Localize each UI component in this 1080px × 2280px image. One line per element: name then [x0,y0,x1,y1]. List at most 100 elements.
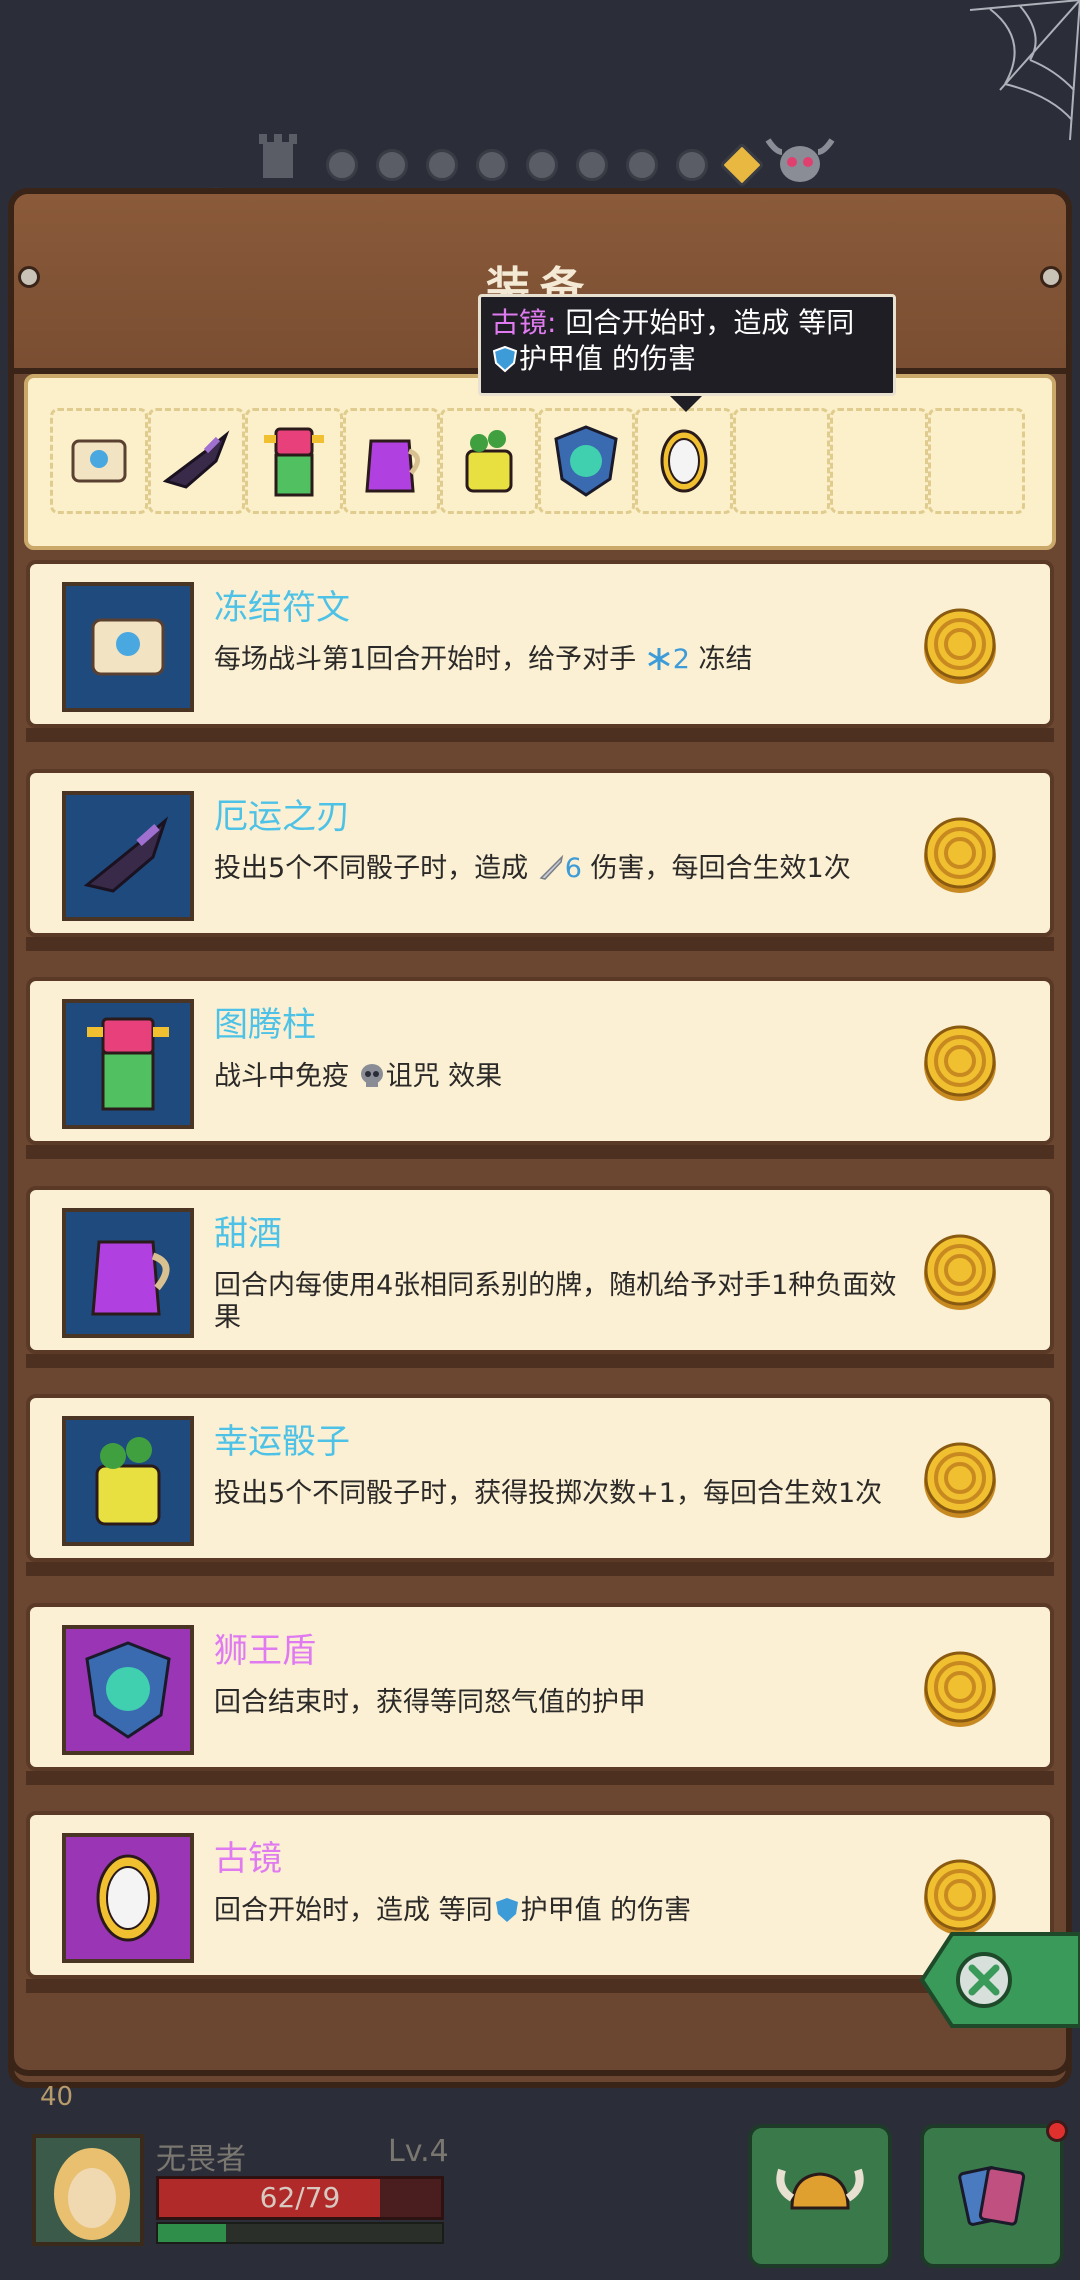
sword-icon [539,854,563,880]
item-thumbnail [62,582,194,712]
skull-icon [360,1064,383,1087]
item-desc-pre: 回合开始时，造成 等同 [214,1895,493,1926]
item-thumbnail [62,1208,194,1338]
lion-shield-icon [554,425,618,497]
mirror-icon [96,1854,160,1942]
coin-icon[interactable] [920,1857,1000,1937]
item-name: 幸运骰子 [214,1422,350,1462]
hp-text: 62/79 [259,2181,341,2214]
item-card[interactable]: 幸运骰子 投出5个不同骰子时，获得投掷次数+1，每回合生效1次 [26,1394,1054,1562]
card-divider [26,1979,1054,1993]
item-description: 投出5个不同骰子时，获得投掷次数+1，每回合生效1次 [214,1478,914,1510]
player-level: Lv.4 [388,2134,449,2169]
item-thumbnail [62,791,194,921]
coin-icon[interactable] [920,1649,1000,1729]
item-name: 冻结符文 [214,588,350,628]
item-name: 狮王盾 [214,1631,316,1671]
item-tooltip: 古镜: 回合开始时，造成 等同 护甲值 的伤害 [478,294,896,396]
scroll-icon [71,439,127,483]
item-card[interactable]: 冻结符文 每场战斗第1回合开始时，给予对手 2 冻结 [26,560,1054,728]
spiderweb-icon [969,0,1080,141]
item-desc-pre: 投出5个不同骰子时，造成 [214,853,537,884]
pitcher-icon [365,439,421,493]
slot-empty[interactable] [732,408,830,514]
slot-empty[interactable] [830,408,928,514]
item-name: 甜酒 [214,1214,282,1254]
slot-mirror[interactable] [635,408,733,514]
notification-badge [1046,2120,1068,2142]
item-desc-pre: 每场战斗第1回合开始时，给予对手 [214,644,645,675]
avatar[interactable] [32,2134,144,2246]
totem-icon [263,427,324,497]
item-description: 回合开始时，造成 等同 护甲值 的伤害 [214,1895,914,1927]
item-thumbnail [62,1833,194,1963]
item-desc-value: 护甲值 [520,1895,602,1926]
coin-count: 40 [40,2082,74,2112]
stage-dot [376,149,408,181]
tower-icon [259,134,297,178]
stage-dot [676,149,708,181]
equipped-slots [50,408,1025,514]
item-desc-pre: 战斗中免疫 [214,1061,358,1092]
item-description: 战斗中免疫 诅咒 效果 [214,1061,914,1093]
item-desc-pre: 回合内每使用4张相同系别的牌，随机给予对手1种负面效果 [214,1270,897,1333]
shield-icon [492,345,518,373]
item-desc-pre: 回合结束时，获得等同怒气值的护甲 [214,1687,646,1718]
item-card[interactable]: 图腾柱 战斗中免疫 诅咒 效果 [26,977,1054,1145]
card-divider [26,1145,1054,1159]
card-deck-button[interactable] [920,2124,1064,2268]
close-button[interactable] [902,1930,1080,2030]
slot-empty[interactable] [927,408,1025,514]
viking-helmet-icon [776,2168,864,2210]
item-desc-value: 2 [672,644,690,675]
totem-icon [87,1017,169,1111]
coin-icon[interactable] [920,1232,1000,1312]
item-card[interactable]: 古镜 回合开始时，造成 等同 护甲值 的伤害 [26,1811,1054,1979]
card-divider [26,937,1054,951]
item-desc-value: 诅咒 [385,1061,440,1092]
stage-dot [626,149,658,181]
slot-dagger[interactable] [147,408,245,514]
coin-icon[interactable] [920,1440,1000,1520]
item-desc-post: 的伤害 [601,1895,692,1926]
item-description: 每场战斗第1回合开始时，给予对手 2 冻结 [214,644,914,676]
item-thumbnail [62,1416,194,1546]
dagger-icon [162,430,230,489]
slot-clover-dice[interactable] [440,408,538,514]
slot-pitcher[interactable] [342,408,440,514]
tooltip-line2: 护甲值 的伤害 [519,342,696,375]
item-desc-post: 效果 [439,1061,503,1092]
hero-helmet-button[interactable] [748,2124,892,2268]
dagger-icon [83,816,169,893]
coin-icon[interactable] [920,1023,1000,1103]
item-desc-post: 冻结 [689,644,753,675]
mirror-icon [660,429,708,493]
tooltip-line1: 回合开始时，造成 等同 [565,306,855,339]
card-divider [26,1562,1054,1576]
item-name: 厄运之刃 [214,797,350,837]
tooltip-item-name: 古镜: [491,306,557,339]
slot-scroll[interactable] [50,408,148,514]
item-desc-post: 伤害，每回合生效1次 [581,853,851,884]
card-divider [26,1354,1054,1368]
stage-dot [526,149,558,181]
item-card[interactable]: 厄运之刃 投出5个不同骰子时，造成 6 伤害，每回合生效1次 [26,769,1054,937]
slot-totem[interactable] [245,408,343,514]
card-divider [26,728,1054,742]
cards-icon [958,2166,1026,2226]
xp-fill [158,2224,227,2242]
xp-bar [156,2222,444,2244]
item-description: 回合结束时，获得等同怒气值的护甲 [214,1687,914,1719]
coin-icon[interactable] [920,815,1000,895]
item-desc-pre: 投出5个不同骰子时，获得投掷次数+1，每回合生效1次 [214,1478,883,1509]
item-card[interactable]: 甜酒 回合内每使用4张相同系别的牌，随机给予对手1种负面效果 [26,1186,1054,1354]
slot-lion-shield[interactable] [537,408,635,514]
player-name: 无畏者 [156,2142,246,2177]
stage-dot [576,149,608,181]
item-card[interactable]: 狮王盾 回合结束时，获得等同怒气值的护甲 [26,1603,1054,1771]
item-thumbnail [62,1625,194,1755]
coin-icon[interactable] [920,606,1000,686]
stage-dot [476,149,508,181]
card-divider [26,1771,1054,1785]
item-name: 图腾柱 [214,1005,316,1045]
